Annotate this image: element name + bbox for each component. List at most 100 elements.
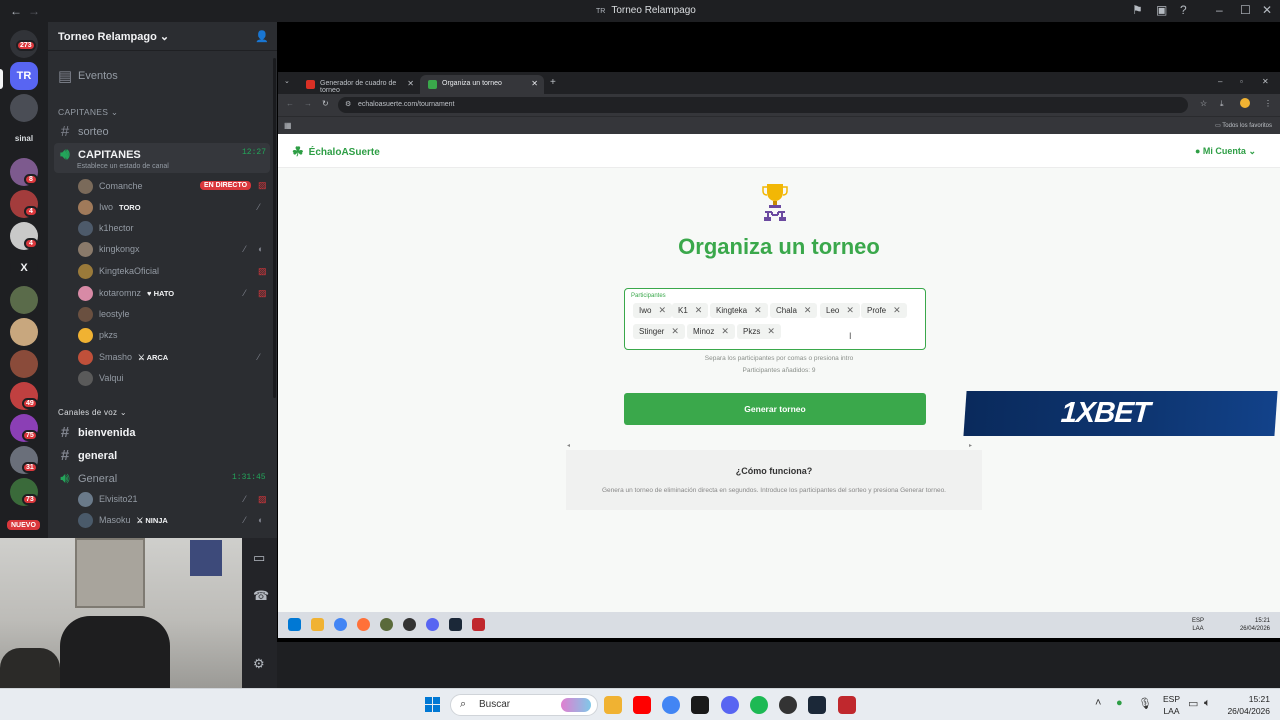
start-button[interactable]: [425, 697, 441, 713]
all-bookmarks[interactable]: ▭ Todos los favoritos: [1215, 122, 1272, 129]
account-menu[interactable]: ● Mi Cuenta ⌄: [1195, 146, 1256, 157]
forward-arrow-icon[interactable]: →: [28, 4, 40, 18]
browser-tab-active[interactable]: Organiza un torneo ✕: [420, 75, 544, 94]
close-tab-icon[interactable]: ✕: [407, 79, 414, 88]
language-indicator[interactable]: ESP LAA: [1163, 693, 1180, 717]
remove-chip-icon[interactable]: ✕: [804, 305, 812, 316]
server-icon-sinal[interactable]: sinal: [10, 124, 38, 152]
back-arrow-icon[interactable]: ←: [10, 4, 22, 18]
voice-user[interactable]: leostyle: [78, 305, 130, 323]
sidebar-scrollbar[interactable]: [273, 58, 276, 398]
voice-user[interactable]: Iwo TORO: [78, 198, 141, 216]
voice-user[interactable]: Comanche: [78, 177, 143, 195]
pin-icon[interactable]: ⚑: [1132, 3, 1143, 17]
server-icon[interactable]: [10, 94, 38, 122]
microphone-icon[interactable]: 🎙︎: [1138, 697, 1152, 710]
voice-channel-captains[interactable]: 🔊︎ CAPITANES: [58, 146, 140, 163]
youtube-icon[interactable]: [633, 696, 651, 714]
voice-user[interactable]: KingtekaOficial: [78, 262, 159, 280]
download-icon[interactable]: ⤓: [1220, 99, 1224, 109]
extension-icon[interactable]: [1240, 98, 1250, 108]
file-explorer-icon[interactable]: [604, 696, 622, 714]
voice-user[interactable]: pkzs: [78, 326, 118, 344]
remove-chip-icon[interactable]: ✕: [721, 326, 729, 337]
remove-chip-icon[interactable]: ✕: [658, 305, 666, 316]
disconnect-icon[interactable]: ☎: [253, 588, 269, 604]
channel-general[interactable]: # general: [58, 447, 117, 464]
site-header: ☘ ÉchaloASuerte ● Mi Cuenta ⌄: [278, 134, 1280, 168]
voice-user[interactable]: k1hector: [78, 219, 134, 237]
chevron-down-icon: ⌄: [159, 31, 170, 43]
remove-chip-icon[interactable]: ✕: [893, 305, 901, 316]
steam-icon[interactable]: [808, 696, 826, 714]
menu-icon[interactable]: ⋮: [1264, 99, 1272, 108]
tray-overflow-icon[interactable]: ˄: [1095, 697, 1101, 709]
carousel-prev-icon[interactable]: ◂: [567, 442, 570, 449]
browser-tab[interactable]: Generador de cuadro de torneo ✕: [298, 75, 420, 94]
category-captains[interactable]: CAPITANES ⌄: [58, 107, 118, 118]
new-tab-icon[interactable]: +: [550, 77, 556, 88]
close-tab-icon[interactable]: ✕: [531, 79, 538, 88]
divider: [48, 50, 277, 51]
server-icon[interactable]: [10, 286, 38, 314]
voice-user[interactable]: kingkongx: [78, 240, 140, 258]
add-member-icon[interactable]: 👤: [255, 30, 269, 43]
server-icon-tr[interactable]: TR: [10, 62, 38, 90]
forward-icon[interactable]: →: [304, 99, 312, 108]
taskbar-search[interactable]: ⌕ Buscar: [450, 694, 598, 716]
voice-channel-general[interactable]: 🔊︎ General: [58, 470, 117, 487]
channel-sorteo[interactable]: # sorteo: [58, 123, 109, 140]
dota-icon[interactable]: [838, 696, 856, 714]
address-bar[interactable]: ⚙ echaloasuerte.com/tournament: [338, 97, 1188, 113]
remove-chip-icon[interactable]: ✕: [846, 305, 854, 316]
screen-share-icon[interactable]: ▭: [253, 550, 265, 566]
voice-user[interactable]: Smasho ⚔ ARCA: [78, 348, 168, 366]
chrome-icon[interactable]: [662, 696, 680, 714]
reload-icon[interactable]: ↻: [322, 99, 329, 108]
maximize-icon[interactable]: ▫: [1240, 77, 1243, 86]
server-icon[interactable]: [10, 318, 38, 346]
minimize-icon[interactable]: –: [1216, 3, 1223, 17]
channel-bienvenida[interactable]: # bienvenida: [58, 424, 136, 441]
settings-gear-icon[interactable]: ⚙: [253, 656, 265, 672]
tab-search-icon[interactable]: ⌄: [284, 77, 290, 85]
channel-status[interactable]: Establece un estado de canal: [77, 163, 169, 170]
remove-chip-icon[interactable]: ✕: [671, 326, 679, 337]
category-voice[interactable]: Canales de voz ⌄: [58, 408, 127, 417]
remove-chip-icon[interactable]: ✕: [767, 326, 775, 337]
help-icon[interactable]: ?: [1180, 3, 1187, 17]
participants-input[interactable]: Participantes Iwo ✕ K1 ✕ Kingteka ✕ Chala ✕ …: [624, 288, 926, 350]
tray-app-icon[interactable]: ●: [1116, 697, 1123, 709]
back-icon[interactable]: ←: [286, 99, 294, 108]
discord-icon[interactable]: [721, 696, 739, 714]
generate-tournament-button[interactable]: Generar torneo: [624, 393, 926, 425]
voice-user[interactable]: Masoku ⚔ NINJA: [78, 511, 168, 529]
minimize-icon[interactable]: –: [1218, 77, 1222, 86]
new-badge[interactable]: NUEVO: [5, 518, 42, 532]
spotify-icon[interactable]: [750, 696, 768, 714]
editor-icon[interactable]: [691, 696, 709, 714]
remove-chip-icon[interactable]: ✕: [754, 305, 762, 316]
close-icon[interactable]: ✕: [1262, 77, 1269, 86]
bookmark-star-icon[interactable]: ☆: [1200, 99, 1207, 108]
server-icon[interactable]: [10, 350, 38, 378]
events-item[interactable]: ▤ Eventos: [58, 67, 118, 85]
maximize-icon[interactable]: ☐: [1240, 3, 1251, 17]
server-name-dropdown[interactable]: Torneo Relampago ⌄: [58, 30, 169, 43]
network-icon[interactable]: ▭: [1188, 697, 1198, 710]
apps-grid-icon[interactable]: ▦: [284, 121, 292, 130]
voice-user[interactable]: Elvisito21: [78, 490, 138, 508]
server-icon-x[interactable]: X: [10, 254, 38, 282]
site-info-icon[interactable]: ⚙: [345, 100, 351, 108]
volume-icon[interactable]: 🔈︎: [1204, 697, 1211, 710]
remove-chip-icon[interactable]: ✕: [695, 305, 703, 316]
obs-icon[interactable]: [779, 696, 797, 714]
taskbar-clock[interactable]: 15:21 26/04/2026: [1227, 693, 1270, 717]
voice-user[interactable]: kotaromnz ♥ HATO: [78, 284, 174, 302]
inbox-icon[interactable]: ▣: [1156, 3, 1167, 17]
text-cursor-icon: I: [849, 331, 852, 341]
close-icon[interactable]: ✕: [1262, 3, 1272, 17]
voice-user[interactable]: Valqui: [78, 369, 123, 387]
site-logo[interactable]: ☘ ÉchaloASuerte: [292, 144, 380, 160]
carousel-next-icon[interactable]: ▸: [969, 442, 972, 449]
